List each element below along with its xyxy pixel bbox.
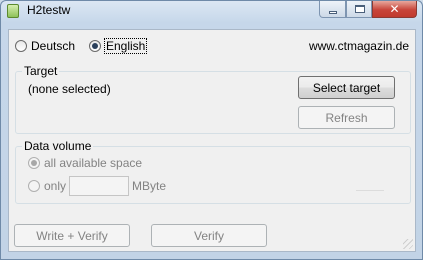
target-group-title: Target bbox=[22, 64, 60, 78]
mbyte-unit-label: MByte bbox=[132, 179, 167, 193]
radio-english[interactable]: English bbox=[89, 38, 148, 54]
maximize-icon bbox=[355, 5, 365, 13]
title-bar[interactable]: H2testw ✕ bbox=[1, 1, 422, 21]
radio-all-space[interactable]: all available space bbox=[28, 156, 142, 170]
refresh-button[interactable]: Refresh bbox=[298, 106, 395, 129]
app-window: H2testw ✕ Deutsch English www.ctmagazin.… bbox=[0, 0, 423, 260]
radio-all-space-label: all available space bbox=[44, 156, 143, 170]
window-title: H2testw bbox=[27, 3, 71, 17]
target-status: (none selected) bbox=[28, 82, 111, 96]
verify-button[interactable]: Verify bbox=[151, 224, 267, 247]
maximize-button[interactable] bbox=[346, 1, 372, 18]
website-label: www.ctmagazin.de bbox=[308, 39, 409, 53]
data-volume-group-title: Data volume bbox=[22, 139, 94, 153]
mbyte-input[interactable] bbox=[69, 176, 129, 196]
resize-grip[interactable] bbox=[403, 239, 413, 249]
radio-only-button[interactable] bbox=[28, 180, 40, 192]
radio-deutsch[interactable]: Deutsch bbox=[15, 39, 75, 53]
client-area: Deutsch English www.ctmagazin.de Target … bbox=[8, 29, 416, 252]
radio-only-label: only bbox=[44, 179, 67, 193]
close-button[interactable]: ✕ bbox=[372, 1, 417, 18]
progress-track bbox=[356, 190, 384, 191]
radio-all-space-button[interactable] bbox=[28, 157, 40, 169]
radio-english-label: English bbox=[103, 38, 148, 54]
minimize-icon bbox=[329, 11, 337, 14]
radio-only[interactable]: only bbox=[28, 179, 66, 193]
minimize-button[interactable] bbox=[319, 1, 346, 18]
radio-deutsch-label: Deutsch bbox=[31, 39, 76, 53]
radio-deutsch-button[interactable] bbox=[15, 40, 27, 52]
select-target-button[interactable]: Select target bbox=[298, 76, 395, 99]
close-icon: ✕ bbox=[389, 2, 400, 16]
write-verify-button[interactable]: Write + Verify bbox=[14, 224, 130, 247]
target-group: Target (none selected) Select target Ref… bbox=[15, 64, 411, 134]
app-icon bbox=[7, 4, 19, 18]
radio-english-button[interactable] bbox=[89, 40, 101, 52]
data-volume-group: Data volume all available space only MBy… bbox=[15, 139, 411, 204]
